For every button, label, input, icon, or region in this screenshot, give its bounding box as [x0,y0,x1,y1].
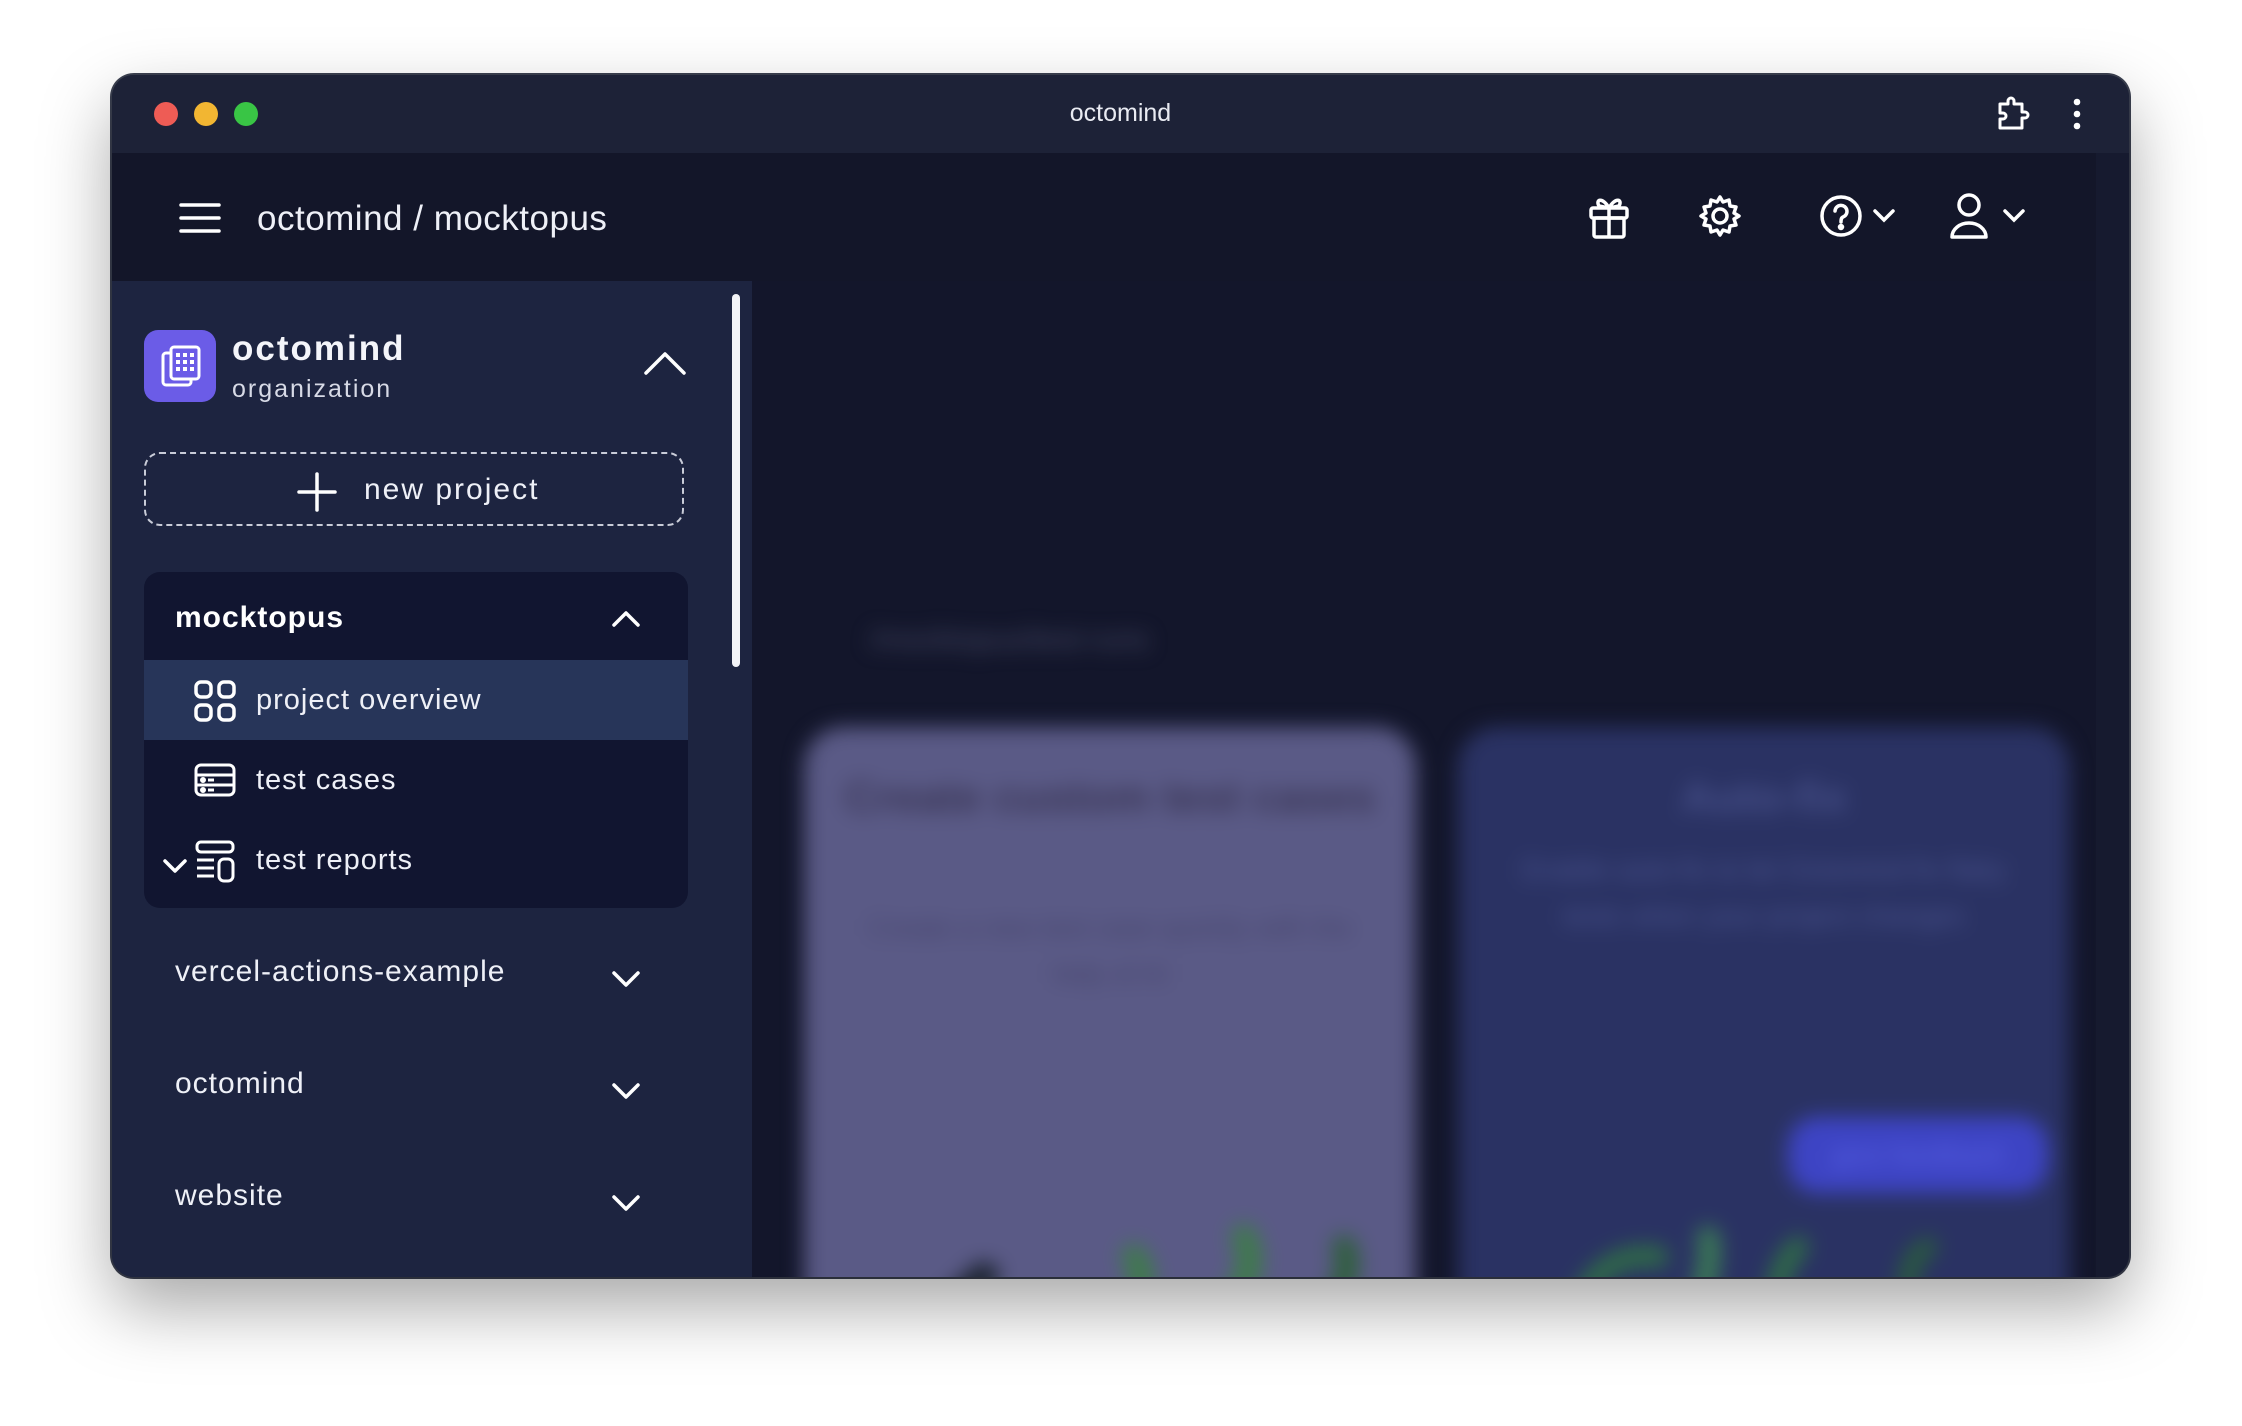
new-project-label: new project [364,473,540,506]
sidebar-scrollbar[interactable] [732,294,740,667]
gift-icon[interactable] [1587,193,1631,246]
nav-item-test-reports[interactable]: test reports [144,820,688,900]
settings-gear-icon[interactable] [1697,193,1743,244]
plus-icon [296,471,338,521]
nav-item-project-overview[interactable]: project overview [144,660,688,740]
give-feedback-button: give feedback [1788,1117,2048,1193]
more-vertical-icon[interactable] [2070,97,2084,136]
chevron-down-icon[interactable] [611,1187,641,1221]
project-name: octomind [175,1067,305,1100]
help-icon[interactable] [1819,193,1903,244]
project-name: mocktopus [175,601,345,634]
nav-item-test-cases[interactable]: test cases [144,740,688,820]
window-right-edge [2096,153,2129,1277]
project-header-mocktopus[interactable]: mocktopus [144,572,688,660]
app-window: octomind octomind / mocktopus octomind o… [112,75,2129,1277]
card-auto-fix: Auto-fix Enable auto-fix to let Octomind… [1458,727,2070,1277]
chevron-up-icon[interactable] [642,349,688,382]
menu-icon[interactable] [178,201,222,240]
card-subtitle: Create a new test case quickly with the … [867,912,1352,989]
window-title: octomind [1069,99,1172,127]
title-bar: octomind [112,75,2129,153]
test-reports-icon [194,840,236,892]
octopus-illustration [961,1224,1360,1277]
new-project-button[interactable]: new project [144,452,684,526]
chevron-down-icon[interactable] [162,850,188,883]
extension-icon[interactable] [1995,95,2033,138]
organization-name: octomind [232,329,406,368]
card-title: Auto-fix [1680,773,1848,822]
organization-logo [144,330,216,402]
nav-item-label: project overview [256,684,482,716]
card-title: Create custom test cases [844,773,1376,822]
grid-icon [194,680,236,730]
app-header: octomind / mocktopus [112,153,2096,281]
project-row-octomind[interactable]: octomind [144,1045,688,1125]
chevron-up-icon[interactable] [611,608,641,633]
organization-type: organization [232,375,393,403]
nav-item-label: test cases [256,764,397,796]
project-row-vercel-actions-example[interactable]: vercel-actions-example [144,933,688,1013]
project-name: website [175,1179,284,1212]
user-icon[interactable] [1947,191,2037,246]
breadcrumb: octomind / mocktopus [257,199,608,238]
nav-item-label: test reports [256,844,414,876]
sidebar: octomind organization new project mockto… [112,281,752,1277]
chevron-down-icon[interactable] [611,1075,641,1109]
card-subtitle: Enable auto-fix to let Octomind fix flak… [1522,854,2006,931]
project-row-website[interactable]: website [144,1157,688,1237]
page-path: /mocktopus/test-runs [870,623,1149,656]
project-name: vercel-actions-example [175,955,506,988]
chevron-down-icon[interactable] [611,963,641,997]
card-create-test-cases: Create custom test cases Create a new te… [804,727,1416,1277]
main-content-overlay: /mocktopus/test-runs Create custom test … [752,281,2096,1277]
test-cases-icon [194,760,236,808]
blurred-content: /mocktopus/test-runs Create custom test … [752,281,2096,1277]
active-project-panel: mocktopus project overview test cases te… [144,572,688,908]
